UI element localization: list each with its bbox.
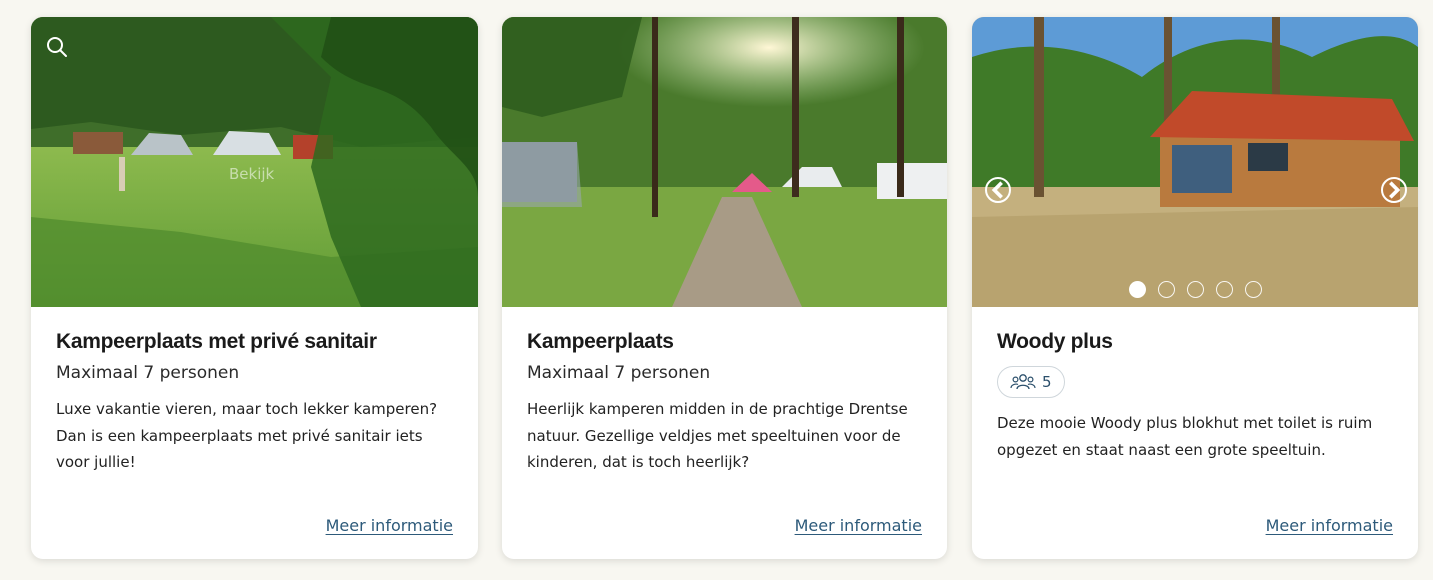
accommodation-card-kampeerplaats[interactable]: Kampeerplaats Maximaal 7 personen Heerli…	[502, 17, 947, 559]
card-title: Kampeerplaats	[527, 330, 674, 353]
card-body: Woody plus 5 Deze mooie Woody plus blokh…	[972, 307, 1418, 559]
persons-badge: 5	[997, 366, 1065, 398]
card-description: Luxe vakantie vieren, maar toch lekker k…	[56, 400, 438, 471]
card-subtitle: Maximaal 7 personen	[56, 363, 240, 383]
view-overlay-text: Bekijk	[229, 165, 275, 183]
card-description: Deze mooie Woody plus blokhut met toilet…	[997, 414, 1373, 459]
card-title: Kampeerplaats met privé sanitair	[56, 330, 377, 353]
accommodation-card-private-sanitair[interactable]: Bekijk Kampeerplaats met privé sanitair …	[31, 17, 478, 559]
carousel-dot[interactable]	[1158, 281, 1175, 298]
more-info-link[interactable]: Meer informatie	[795, 516, 922, 535]
card-photo[interactable]	[502, 17, 947, 307]
card-photo-carousel[interactable]	[972, 17, 1418, 307]
search-icon[interactable]	[45, 35, 69, 59]
card-photo[interactable]: Bekijk	[31, 17, 478, 307]
more-info-link[interactable]: Meer informatie	[1266, 516, 1393, 535]
carousel-previous-button[interactable]	[985, 177, 1011, 203]
card-body: Kampeerplaats Maximaal 7 personen Heerli…	[502, 307, 947, 559]
carousel-indicators	[1129, 281, 1262, 298]
card-title: Woody plus	[997, 330, 1113, 353]
carousel-next-button[interactable]	[1381, 177, 1407, 203]
people-icon	[1010, 374, 1036, 390]
card-subtitle: Maximaal 7 personen	[527, 363, 711, 383]
carousel-dot[interactable]	[1216, 281, 1233, 298]
persons-count: 5	[1042, 373, 1052, 391]
carousel-dot[interactable]	[1129, 281, 1146, 298]
carousel-dot[interactable]	[1187, 281, 1204, 298]
more-info-link[interactable]: Meer informatie	[326, 516, 453, 535]
campsite-path-photo	[502, 17, 947, 307]
carousel-dot[interactable]	[1245, 281, 1262, 298]
chevron-left-icon	[991, 181, 1003, 199]
chevron-right-icon	[1389, 181, 1401, 199]
woody-cabin-photo	[972, 17, 1418, 307]
accommodation-card-woody-plus[interactable]: Woody plus 5 Deze mooie Woody plus blokh…	[972, 17, 1418, 559]
card-body: Kampeerplaats met privé sanitair Maximaa…	[31, 307, 478, 559]
card-description: Heerlijk kamperen midden in de prachtige…	[527, 400, 908, 471]
campsite-field-photo	[31, 17, 478, 307]
